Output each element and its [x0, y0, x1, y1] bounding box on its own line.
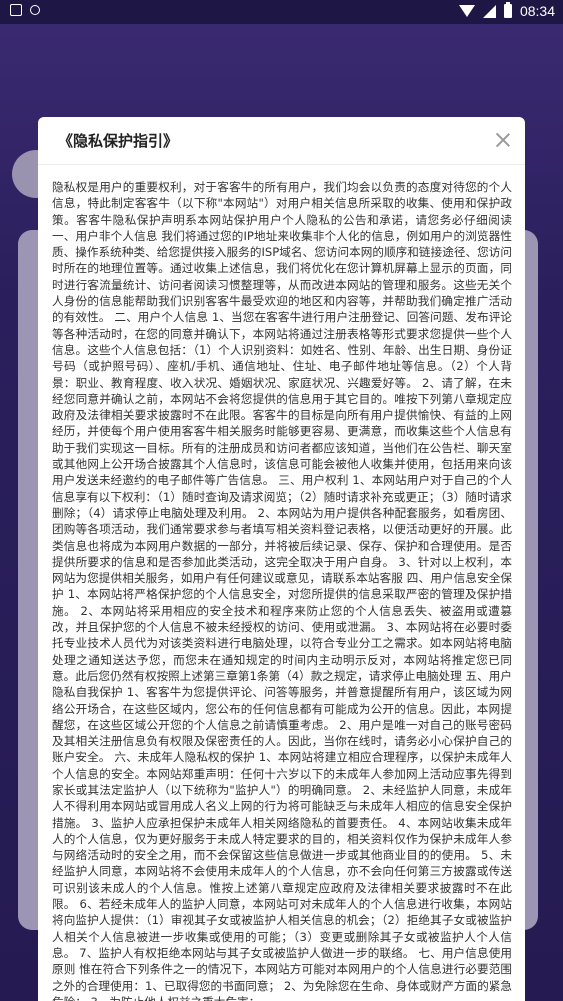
battery-icon	[503, 2, 512, 18]
dialog-header: 《隐私保护指引》	[38, 117, 525, 165]
status-right-icons: 08:34	[458, 2, 555, 19]
sync-icon	[30, 5, 40, 15]
status-time: 08:34	[519, 3, 555, 19]
privacy-dialog: 《隐私保护指引》 隐私权是用户的重要权利，对于客客牛的所有用户，我们均会以负责的…	[38, 117, 525, 1001]
privacy-policy-text: 隐私权是用户的重要权利，对于客客牛的所有用户，我们均会以负责的态度对待您的个人信…	[52, 180, 512, 1001]
dialog-title: 《隐私保护指引》	[58, 132, 179, 150]
close-icon[interactable]	[495, 132, 511, 148]
status-left-icons	[10, 4, 40, 16]
notification-icon	[10, 4, 22, 16]
dialog-body[interactable]: 隐私权是用户的重要权利，对于客客牛的所有用户，我们均会以负责的态度对待您的个人信…	[52, 179, 512, 1001]
signal-icon	[482, 4, 496, 18]
status-bar: 08:34	[0, 0, 563, 24]
wifi-icon	[458, 5, 475, 17]
